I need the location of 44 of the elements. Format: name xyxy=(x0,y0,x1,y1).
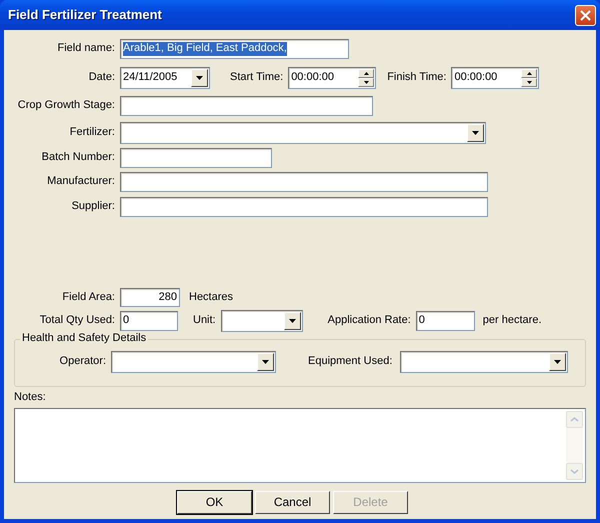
field-label: Operator: xyxy=(58,355,107,369)
text-field[interactable] xyxy=(120,96,373,116)
time-field[interactable]: 00:00:00 xyxy=(451,67,540,89)
dialog-button[interactable]: OK xyxy=(177,491,252,514)
field-label: Fertilizer: xyxy=(68,126,116,140)
text-field[interactable]: 280 xyxy=(120,288,180,307)
text-field[interactable] xyxy=(120,197,488,217)
field-label: Field name: xyxy=(56,42,116,56)
spin-down-icon[interactable] xyxy=(358,78,374,87)
text-field[interactable]: 0 xyxy=(416,311,475,331)
unit-label: per hectare. xyxy=(482,314,542,328)
window-title: Field Fertilizer Treatment xyxy=(8,7,162,23)
field-label: Unit: xyxy=(193,314,216,328)
notes-field[interactable] xyxy=(14,408,586,484)
field-label: Batch Number: xyxy=(40,151,116,165)
field-label: Total Qty Used: xyxy=(38,314,116,328)
spin-up-icon[interactable] xyxy=(358,69,374,78)
text-field[interactable]: 0 xyxy=(120,311,178,331)
field-label: Field Area: xyxy=(61,290,116,304)
field-label: Supplier: xyxy=(70,200,116,214)
dialog-button[interactable]: Cancel xyxy=(255,491,330,514)
text-field[interactable] xyxy=(120,148,272,168)
spin-down-icon[interactable] xyxy=(521,78,538,87)
close-icon[interactable] xyxy=(580,10,591,20)
field-label: Date: xyxy=(88,71,116,85)
field-label: Equipment Used: xyxy=(308,355,392,369)
dropdown-field[interactable] xyxy=(400,351,568,373)
field-label: Start Time: xyxy=(230,71,284,85)
field-label: Manufacturer: xyxy=(46,175,116,189)
date-field[interactable]: 24/11/2005 xyxy=(120,67,210,89)
field-label: Finish Time: xyxy=(387,71,446,85)
text-field[interactable] xyxy=(120,172,488,192)
close-button[interactable] xyxy=(575,4,596,26)
text-field[interactable]: Arable1, Big Field, East Paddock, xyxy=(120,39,349,59)
dropdown-field[interactable] xyxy=(111,351,276,373)
group-title: Health and Safety Details xyxy=(20,332,148,346)
spin-up-icon[interactable] xyxy=(521,69,538,78)
unit-label: Hectares xyxy=(189,290,234,304)
field-label: Crop Growth Stage: xyxy=(16,99,116,113)
field-label: Notes: xyxy=(14,391,47,404)
dropdown-field[interactable] xyxy=(220,310,303,332)
dropdown-field[interactable] xyxy=(120,122,486,144)
time-field[interactable]: 00:00:00 xyxy=(288,67,376,89)
field-label: Application Rate: xyxy=(328,314,411,328)
